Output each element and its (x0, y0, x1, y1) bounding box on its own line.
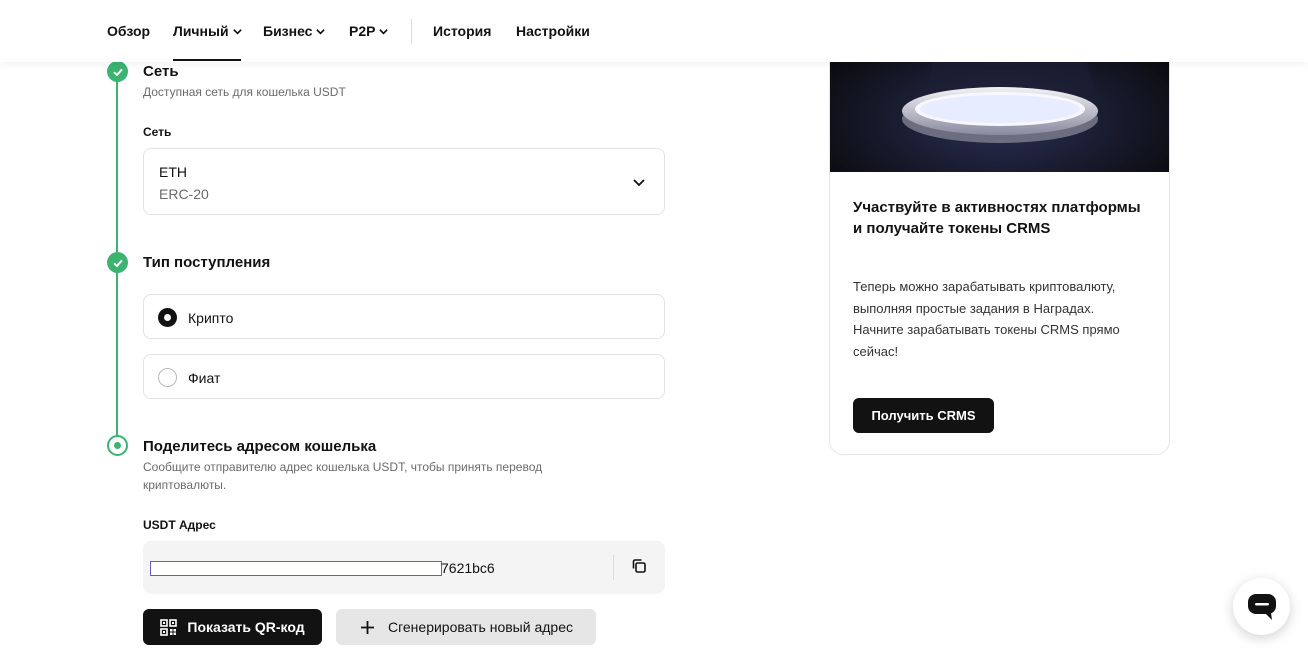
nav-item-settings[interactable]: Настройки (516, 23, 590, 39)
qr-code-icon (160, 618, 178, 636)
step-current-icon (107, 435, 128, 456)
nav-label: История (433, 23, 492, 39)
generate-address-label: Сгенерировать новый адрес (387, 619, 573, 635)
nav-divider (411, 19, 412, 44)
generate-address-button[interactable]: Сгенерировать новый адрес (336, 609, 596, 645)
chat-bubble-icon (1247, 593, 1276, 620)
nav-item-personal[interactable]: Личный (173, 23, 243, 39)
radio-label: Фиат (188, 370, 221, 386)
network-selected-primary: ETH (159, 164, 187, 180)
nav-label: Обзор (107, 23, 151, 39)
promo-title: Участвуйте в активностях платформы и пол… (853, 199, 1141, 237)
step-complete-check-icon (107, 252, 128, 273)
top-navigation: Обзор Личный Бизнес P2P История Настройк… (0, 0, 1308, 62)
get-crms-button[interactable]: Получить CRMS (853, 398, 994, 433)
step-subtitle-share-address: Сообщите отправителю адрес кошелька USDT… (143, 460, 543, 492)
radio-label: Крипто (188, 310, 234, 326)
step-title-network: Сеть (143, 63, 179, 80)
copy-icon[interactable] (630, 557, 648, 575)
step-connector (116, 70, 118, 252)
nav-item-p2p[interactable]: P2P (349, 23, 389, 39)
network-selected-secondary: ERC-20 (159, 186, 209, 202)
radio-unselected-icon (158, 368, 177, 387)
nav-active-underline (173, 59, 241, 61)
step-title-share-address: Поделитесь адресом кошелька (143, 438, 377, 455)
step-complete-check-icon (107, 61, 128, 82)
usdt-address-field: 7621bc6 (143, 541, 665, 594)
chat-support-button[interactable] (1233, 578, 1290, 635)
radio-option-fiat[interactable]: Фиат (143, 354, 665, 399)
address-suffix: 7621bc6 (441, 560, 495, 576)
plus-icon (360, 620, 374, 634)
step-title-deposit-type: Тип поступления (143, 254, 271, 271)
usdt-address-label: USDT Адрес (143, 518, 216, 532)
chevron-down-icon (633, 179, 645, 187)
show-qr-label: Показать QR-код (187, 619, 305, 635)
chevron-down-icon (232, 28, 242, 35)
address-divider (613, 555, 614, 580)
step-subtitle-network: Доступная сеть для кошелька USDT (143, 85, 346, 99)
address-redacted-box (150, 561, 442, 576)
promo-card: Участвуйте в активностях платформы и пол… (829, 0, 1170, 455)
show-qr-button[interactable]: Показать QR-код (143, 609, 322, 645)
step-connector (116, 262, 118, 438)
chevron-down-icon (379, 28, 389, 35)
nav-item-history[interactable]: История (433, 23, 491, 39)
nav-label: Личный (173, 23, 229, 39)
nav-label: Бизнес (263, 23, 313, 39)
nav-label: Настройки (516, 23, 590, 39)
promo-text: Теперь можно зарабатывать криптовалюту, … (853, 279, 1120, 359)
nav-item-business[interactable]: Бизнес (263, 23, 326, 39)
network-select[interactable]: ETH ERC-20 (143, 148, 665, 215)
network-field-label: Сеть (143, 125, 172, 139)
nav-item-overview[interactable]: Обзор (107, 23, 150, 39)
radio-selected-icon (158, 308, 177, 327)
nav-label: P2P (349, 23, 376, 39)
chevron-down-icon (316, 28, 326, 35)
radio-option-crypto[interactable]: Крипто (143, 294, 665, 339)
